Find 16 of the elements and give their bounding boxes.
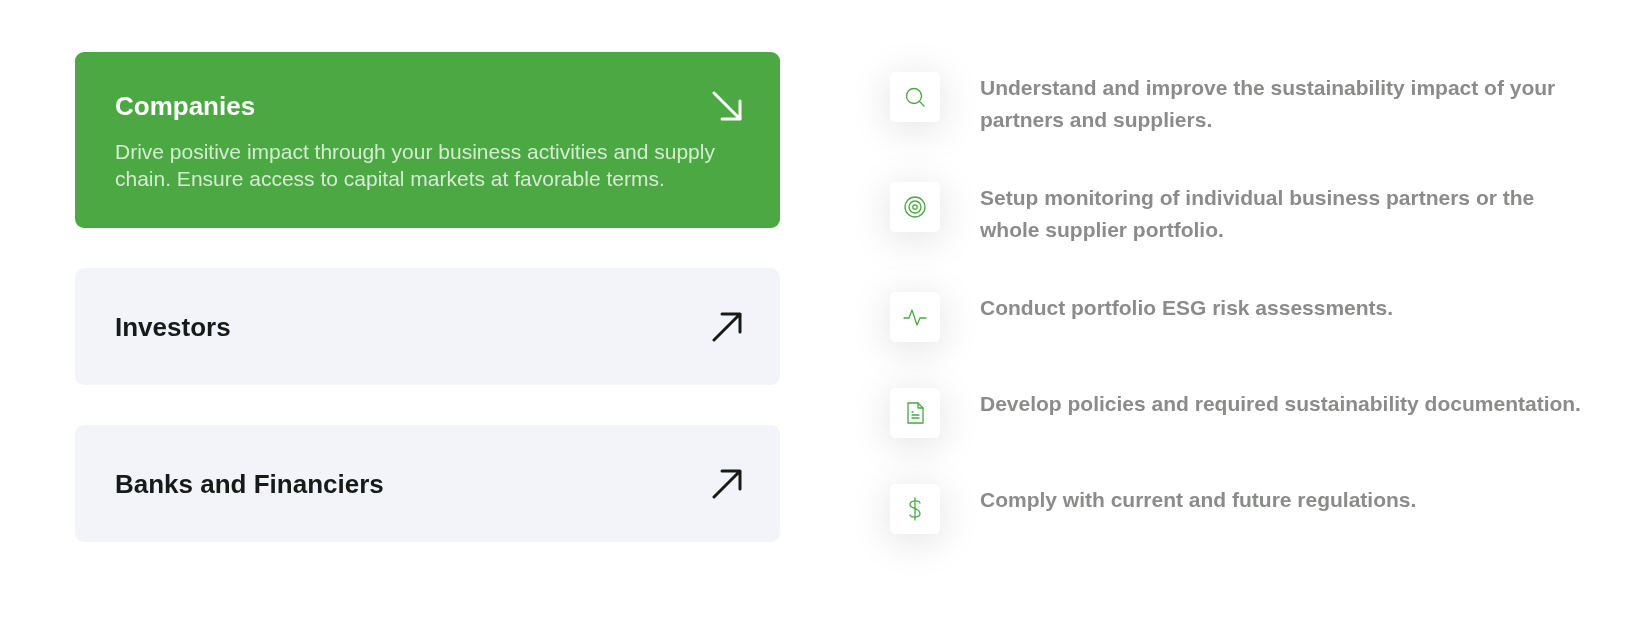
search-icon <box>903 85 927 109</box>
arrow-up-right-icon <box>712 312 742 342</box>
arrow-down-right-icon <box>712 91 742 121</box>
audience-card[interactable]: Banks and Financiers <box>75 425 780 542</box>
feature-text: Setup monitoring of individual business partners or the whole supplier portfolio. <box>980 185 1536 243</box>
target-icon <box>903 195 927 219</box>
feature-text: Conduct portfolio ESG risk assessments. <box>980 295 1395 321</box>
card-title: Investors <box>115 311 231 343</box>
card-title: Companies <box>115 90 256 122</box>
card-title: Banks and Financiers <box>115 468 384 500</box>
arrow-up-right-icon <box>712 469 742 499</box>
feature-text: Comply with current and future regulations. <box>980 487 1418 513</box>
feature-text: Understand and improve the sustainability impact of your partners and suppliers. <box>980 75 1557 133</box>
audience-card[interactable]: Investors <box>75 268 780 385</box>
card-description: Drive positive impact through your business activities and supply chain. Ensure access to capital markets at favorable terms. <box>115 139 715 192</box>
feature-text: Develop policies and required sustainability documentation. <box>980 391 1582 417</box>
